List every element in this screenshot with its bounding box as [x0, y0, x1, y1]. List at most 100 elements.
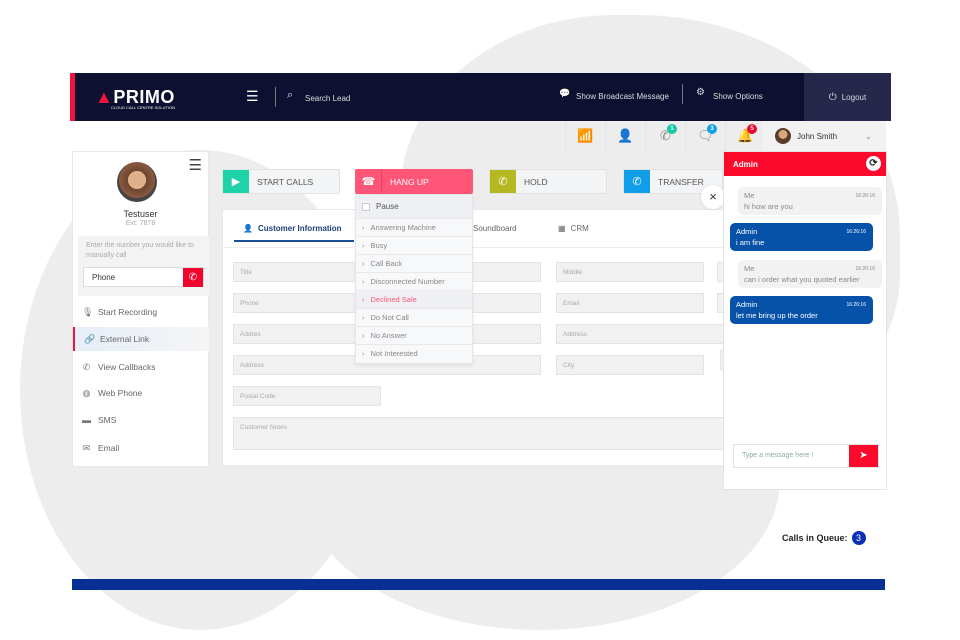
- city-field[interactable]: City: [556, 355, 704, 375]
- label: Busy: [370, 241, 388, 250]
- callback-icon[interactable]: ✆ 1: [645, 121, 685, 151]
- menu-icon[interactable]: ☰: [246, 88, 259, 105]
- user-menu[interactable]: John Smith ⌄: [763, 121, 886, 151]
- users-icon[interactable]: 👤: [605, 121, 645, 151]
- sidebar-item-email[interactable]: ✉ Email: [73, 436, 209, 460]
- search-icon[interactable]: ⌕: [287, 89, 293, 102]
- label: SMS: [98, 415, 117, 425]
- tab-crm[interactable]: ▦ CRM: [558, 224, 589, 233]
- broadcast-icon: 💬: [559, 88, 571, 98]
- hangup-dropdown: Pause › Answering Machine › Busy › Call Back ›…: [355, 194, 473, 364]
- chevron-right-icon: ›: [362, 331, 365, 340]
- email-icon: ✉: [82, 442, 91, 453]
- hangup-option[interactable]: › No Answer: [356, 326, 472, 344]
- badge: 1: [667, 124, 677, 134]
- search-lead[interactable]: Search Lead: [305, 94, 350, 103]
- pause-option[interactable]: Pause: [356, 195, 472, 218]
- queue-count-badge: 3: [851, 531, 866, 545]
- logout-button[interactable]: ⏻ Logout: [804, 73, 891, 121]
- logo[interactable]: ▲PRIMO CLOUD CALL CENTRE SOLUTION: [95, 87, 175, 110]
- chevron-right-icon: ›: [362, 313, 365, 322]
- chat-message: Admin 16:26:16 let me bring up the order: [730, 296, 873, 324]
- play-icon: ▶: [223, 170, 249, 193]
- label: Not Interested: [370, 349, 418, 358]
- call-button[interactable]: ✆: [183, 268, 203, 287]
- sidebar-item-web-phone[interactable]: ◍ Web Phone: [73, 381, 209, 405]
- send-button[interactable]: ➤: [849, 445, 878, 467]
- middle-field[interactable]: Middle: [556, 262, 704, 282]
- text: i am fine: [736, 238, 765, 247]
- chart-icon[interactable]: 📶: [565, 121, 605, 151]
- active-tab-indicator: [234, 240, 354, 242]
- phone-input[interactable]: Phone ✆: [83, 267, 204, 287]
- label: No Answer: [370, 331, 407, 340]
- broadcast-button[interactable]: Show Broadcast Message: [576, 92, 669, 101]
- hangup-option[interactable]: › Do Not Call: [356, 308, 472, 326]
- chevron-down-icon: ⌄: [865, 131, 872, 141]
- label: Soundboard: [473, 224, 517, 233]
- hangup-option[interactable]: › Call Back: [356, 254, 472, 272]
- placeholder: Type a message here !: [742, 452, 814, 459]
- transfer-icon: ✆: [624, 170, 650, 193]
- bell-icon[interactable]: 🔔 5: [725, 121, 765, 151]
- postal-code-field[interactable]: Postal Code: [233, 386, 381, 406]
- time: 16:26:16: [846, 302, 866, 308]
- label: Pause: [376, 202, 399, 211]
- label: HOLD: [524, 176, 548, 187]
- hold-button[interactable]: ✆ HOLD: [489, 169, 607, 194]
- chat-message: Admin 16:26:16 i am fine: [730, 223, 873, 251]
- callback-icon: ✆: [82, 361, 91, 372]
- hangup-option[interactable]: › Not Interested: [356, 344, 472, 362]
- tab-customer-information[interactable]: 👤 Customer Information: [243, 224, 342, 233]
- label: TRANSFER: [658, 176, 704, 187]
- hangup-option[interactable]: › Answering Machine: [356, 218, 472, 236]
- menu-icon[interactable]: ☰: [189, 156, 202, 174]
- checkbox[interactable]: [362, 202, 370, 211]
- options-button[interactable]: Show Options: [713, 92, 763, 101]
- calls-in-queue: Calls in Queue: 3: [782, 531, 866, 545]
- chat-message-input[interactable]: Type a message here ! ➤: [733, 444, 879, 468]
- text: let me bring up the order: [736, 311, 818, 320]
- chat-icon[interactable]: 🗨 3: [685, 121, 725, 151]
- hold-icon: ✆: [490, 170, 516, 193]
- close-icon[interactable]: ×: [701, 185, 725, 209]
- sidebar-item-external-link[interactable]: 🔗 External Link: [73, 327, 209, 351]
- sidebar-item-start-recording[interactable]: 🎙 Start Recording: [73, 300, 209, 324]
- divider: [682, 84, 683, 104]
- time: 16:26:16: [855, 266, 875, 272]
- refresh-icon[interactable]: ⟳: [866, 156, 881, 171]
- power-icon: ⏻: [828, 91, 837, 103]
- badge: 5: [747, 124, 757, 134]
- label: Declined Sale: [370, 295, 417, 304]
- label: HANG UP: [390, 176, 429, 187]
- link-icon: 🔗: [84, 333, 96, 344]
- tab-soundboard[interactable]: Soundboard: [473, 224, 517, 233]
- logo-text: PRIMO: [113, 87, 175, 107]
- hangup-option[interactable]: › Declined Sale: [356, 290, 472, 308]
- customer-notes-field[interactable]: Customer Notes: [233, 417, 733, 450]
- user-name: Testuser: [123, 209, 158, 219]
- gear-icon: ⚙: [696, 87, 705, 98]
- sidebar-item-sms[interactable]: ▬ SMS: [73, 408, 209, 432]
- chevron-right-icon: ›: [362, 241, 365, 250]
- label: Call Back: [370, 259, 403, 268]
- sidebar: ☰ Testuser Ext: 7878 Enter the number yo…: [72, 151, 209, 467]
- avatar: [775, 128, 791, 144]
- send-icon: ➤: [859, 450, 868, 461]
- hangup-option[interactable]: › Disconnected Number: [356, 272, 472, 290]
- logo-tagline: CLOUD CALL CENTRE SOLUTION: [111, 105, 176, 110]
- start-calls-button[interactable]: ▶ START CALLS: [222, 169, 340, 194]
- chevron-right-icon: ›: [362, 259, 365, 268]
- hangup-option[interactable]: › Busy: [356, 236, 472, 254]
- email-field[interactable]: Email: [556, 293, 704, 313]
- manual-call: Enter the number you would like to manua…: [78, 236, 209, 296]
- table-icon: ▦: [558, 224, 566, 233]
- sidebar-item-view-callbacks[interactable]: ✆ View Callbacks: [73, 355, 209, 379]
- hang-up-button[interactable]: ☎ HANG UP: [355, 169, 473, 194]
- label: View Callbacks: [98, 362, 156, 372]
- manual-hint: Enter the number you would like to manua…: [86, 242, 194, 259]
- label: CRM: [570, 224, 589, 233]
- address-line-2-field[interactable]: Address: [556, 324, 733, 344]
- divider: [223, 247, 731, 248]
- footer-bar: [72, 579, 885, 590]
